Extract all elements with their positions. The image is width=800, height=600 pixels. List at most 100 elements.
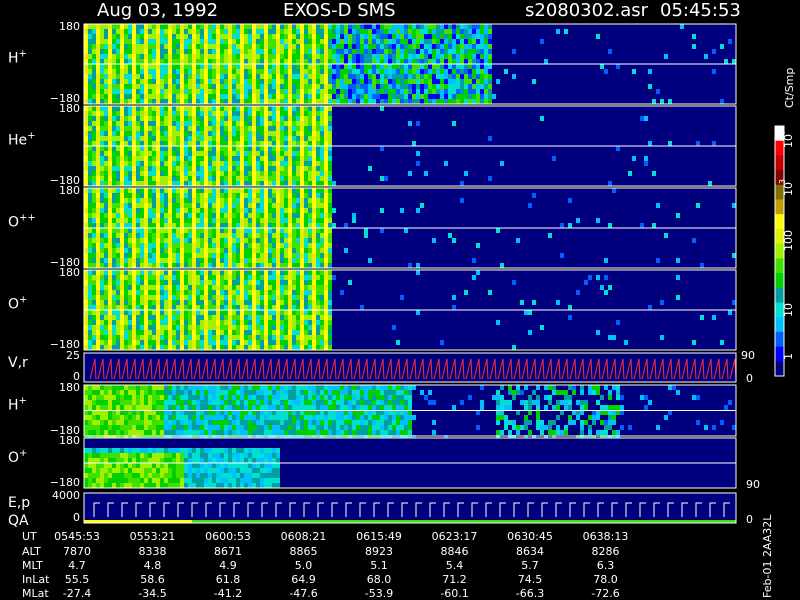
spectrogram-cell: [256, 228, 260, 233]
panel-1: H+180−180: [8, 20, 737, 105]
spectrogram-cell: [84, 270, 88, 275]
spectrogram-cell: [232, 156, 236, 161]
spectrogram-cell: [488, 54, 492, 59]
spectrogram-cell: [256, 34, 260, 39]
spectrogram-cell: [88, 161, 92, 166]
spectrogram-cell: [132, 89, 136, 94]
spectrogram-cell: [184, 253, 188, 258]
spectrogram-cell: [136, 320, 140, 325]
spectrogram-cell: [264, 106, 268, 111]
spectrogram-cell: [188, 295, 192, 300]
spectrogram-cell: [280, 305, 284, 310]
spectrogram-cell: [92, 59, 96, 64]
spectrogram-cell: [284, 74, 288, 79]
spectrogram-cell: [100, 146, 104, 151]
spectrogram-cell: [96, 59, 100, 64]
spectrogram-cell: [132, 44, 136, 49]
spectrogram-cell: [252, 111, 256, 116]
spectrogram-cell: [244, 111, 248, 116]
spectrogram-cell: [272, 79, 276, 84]
spectrogram-cell: [232, 29, 236, 34]
spectrogram-cell: [260, 335, 264, 340]
spectrogram-cell: [232, 121, 236, 126]
spectrogram-cell: [188, 59, 192, 64]
spectrogram-cell: [332, 59, 336, 64]
spectrogram-cell: [168, 198, 172, 203]
spectrogram-cell: [292, 64, 296, 69]
spectrogram-cell: [136, 131, 140, 136]
spectrogram-cell: [236, 146, 240, 151]
spectrogram-cell: [204, 193, 208, 198]
spectrogram-cell: [208, 44, 212, 49]
spectrogram-cell: [332, 181, 336, 186]
spectrogram-cell: [296, 203, 300, 208]
spectrogram-cell: [276, 203, 280, 208]
spectrogram-cell: [196, 141, 200, 146]
spectrogram-cell: [116, 59, 120, 64]
spectrogram-cell: [488, 79, 492, 84]
spectrogram-cell: [236, 330, 240, 335]
spectrogram-cell: [292, 126, 296, 131]
spectrogram-cell: [164, 300, 168, 305]
spectrogram-cell: [148, 228, 152, 233]
spectrogram-cell: [180, 228, 184, 233]
spectrogram-cell: [92, 430, 96, 435]
spectrogram-cell: [244, 126, 248, 131]
spectrogram-cell: [236, 69, 240, 74]
spectrogram-cell: [288, 228, 292, 233]
spectrogram-cell: [428, 24, 432, 29]
spectrogram-cell: [200, 39, 204, 44]
spectrogram-cell: [136, 325, 140, 330]
spectrogram-cell: [160, 315, 164, 320]
spectrogram-cell: [268, 146, 272, 151]
spectrogram-cell: [284, 49, 288, 54]
spectrogram-cell: [152, 275, 156, 280]
spectrogram-cell: [100, 171, 104, 176]
spectrogram-cell: [428, 34, 432, 39]
spectrogram-cell: [188, 285, 192, 290]
spectrogram-cell: [208, 325, 212, 330]
spectrogram-cell: [264, 156, 268, 161]
spectrogram-cell: [92, 79, 96, 84]
spectrogram-cell: [160, 161, 164, 166]
spectrogram-cell: [400, 24, 404, 29]
spectrogram-cell: [156, 171, 160, 176]
spectrogram-cell: [320, 238, 324, 243]
spectrogram-cell: [200, 188, 204, 193]
spectrogram-cell: [448, 44, 452, 49]
spectrogram-cell: [208, 54, 212, 59]
spectrogram-cell: [144, 310, 148, 315]
spectrogram-cell: [232, 166, 236, 171]
spectrogram-cell: [204, 161, 208, 166]
spectrogram-cell: [112, 181, 116, 186]
spectrogram-cell: [204, 305, 208, 310]
spectrogram-cell: [216, 340, 220, 345]
spectrogram-cell: [444, 34, 448, 39]
spectrogram-cell: [104, 136, 108, 141]
spectrogram-cell: [140, 203, 144, 208]
spectrogram-cell: [144, 325, 148, 330]
spectrogram-cell: [220, 69, 224, 74]
spectrogram-cell: [228, 161, 232, 166]
spectrogram-cell: [116, 315, 120, 320]
spectrogram-cell: [148, 340, 152, 345]
spectrogram-cell: [264, 49, 268, 54]
spectrogram-cell: [380, 228, 384, 233]
spectrogram-cell: [88, 208, 92, 213]
spectrogram-cell: [368, 89, 372, 94]
spectrogram-cell: [176, 218, 180, 223]
spectrogram-cell: [92, 233, 96, 238]
spectrogram-cell: [264, 295, 268, 300]
spectrogram-cell: [192, 345, 196, 350]
spectrogram-cell: [192, 24, 196, 29]
spectrogram-cell: [204, 39, 208, 44]
spectrogram-cell: [184, 64, 188, 69]
spectrogram-cell: [124, 188, 128, 193]
spectrogram-cell: [260, 121, 264, 126]
spectrogram-cell: [120, 99, 124, 104]
spectrogram-cell: [176, 161, 180, 166]
spectrogram-cell: [264, 166, 268, 171]
spectrogram-cell: [460, 34, 464, 39]
panel-6: H+180−180: [8, 381, 737, 440]
spectrogram-cell: [288, 340, 292, 345]
